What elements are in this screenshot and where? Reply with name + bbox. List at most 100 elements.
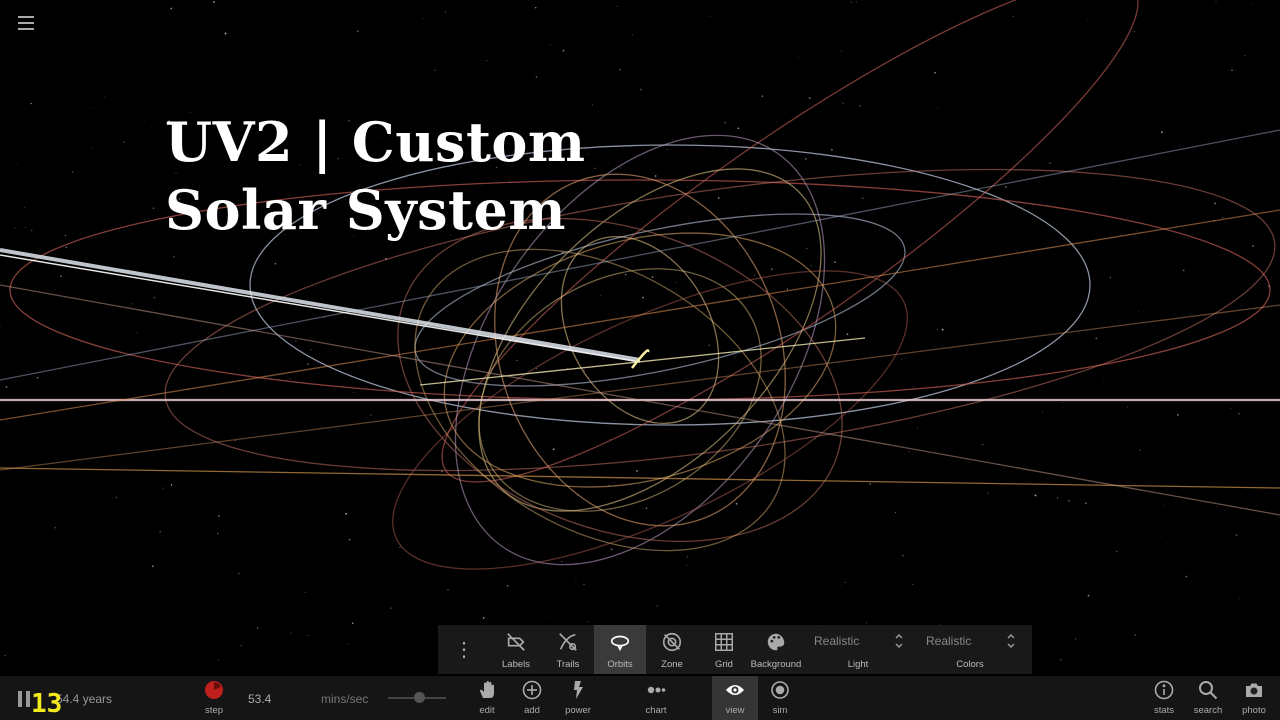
star (122, 141, 125, 144)
star (1231, 69, 1233, 71)
star (850, 1, 853, 3)
camera-icon (1246, 683, 1262, 697)
speed-slider[interactable] (388, 692, 446, 703)
star (1215, 506, 1217, 507)
star (709, 15, 711, 17)
star (1185, 575, 1188, 578)
labels-off-icon (507, 633, 525, 651)
star (619, 167, 622, 169)
star (1095, 337, 1098, 340)
star (651, 276, 654, 278)
star (844, 582, 846, 584)
star (215, 24, 217, 26)
star (289, 378, 291, 380)
star (639, 88, 642, 91)
sim-tool[interactable]: sim (757, 680, 803, 716)
colors-select-box[interactable]: Realistic (922, 629, 1018, 653)
star (173, 255, 175, 258)
add-label: add (524, 705, 540, 716)
grid-icon (715, 633, 733, 651)
pause-button[interactable] (18, 691, 32, 707)
star (482, 617, 485, 619)
star (786, 288, 789, 290)
star (982, 443, 984, 446)
star (14, 227, 16, 229)
star (238, 572, 240, 575)
search-tool[interactable]: search (1185, 680, 1231, 716)
search-label: search (1193, 705, 1223, 716)
star (30, 102, 32, 105)
star (780, 257, 782, 258)
light-select-box[interactable]: Realistic (810, 629, 906, 653)
star (213, 1, 215, 3)
trails-toggle[interactable]: Trails (542, 625, 594, 674)
chart-tool[interactable]: chart (633, 680, 679, 716)
orbits-toggle[interactable]: Orbits (594, 625, 646, 674)
star (390, 607, 392, 609)
star (516, 359, 518, 361)
star (353, 391, 355, 393)
star (587, 621, 590, 623)
stats-label: stats (1153, 705, 1175, 716)
star (1134, 634, 1136, 636)
star (830, 148, 833, 151)
star (170, 484, 173, 486)
zone-toggle[interactable]: Zone (646, 625, 698, 674)
star (1068, 499, 1070, 502)
speed-slider-knob[interactable] (414, 692, 426, 703)
star (255, 353, 257, 355)
star (737, 127, 740, 130)
star (1215, 0, 1217, 2)
star (1238, 413, 1240, 415)
star (1227, 344, 1229, 346)
star (808, 97, 811, 100)
star (641, 296, 644, 299)
star (153, 296, 156, 299)
star (566, 367, 568, 369)
hamburger-menu-icon[interactable] (14, 12, 38, 34)
star (217, 515, 220, 517)
star (54, 526, 57, 529)
star (60, 275, 62, 277)
more-options-icon[interactable]: ⋮ (438, 625, 490, 674)
star (72, 171, 74, 173)
star (345, 512, 347, 515)
star (675, 282, 677, 283)
star (534, 6, 537, 9)
star (761, 95, 764, 97)
star (65, 246, 67, 248)
star (256, 627, 259, 629)
labels-toggle[interactable]: Labels (490, 625, 542, 674)
star (1247, 118, 1248, 120)
speed-value[interactable]: 53.4 (248, 692, 271, 706)
light-select[interactable]: Realistic Light (802, 625, 914, 674)
view-tool[interactable]: view (712, 676, 758, 720)
edit-tool[interactable]: edit (464, 680, 510, 716)
stats-tool[interactable]: stats (1141, 680, 1187, 716)
background-toggle[interactable]: Background (750, 625, 802, 674)
star (441, 422, 443, 423)
star (1144, 380, 1145, 382)
star (562, 49, 565, 52)
star (1244, 190, 1245, 192)
star (846, 333, 849, 336)
star (735, 502, 738, 505)
grid-toggle[interactable]: Grid (698, 625, 750, 674)
star (1116, 551, 1118, 553)
star (370, 414, 372, 416)
photo-tool[interactable]: photo (1231, 680, 1277, 716)
star (1034, 494, 1037, 497)
star (162, 487, 164, 489)
add-tool[interactable]: add (509, 680, 555, 716)
colors-select[interactable]: Realistic Colors (914, 625, 1026, 674)
star (901, 554, 904, 557)
step-button[interactable]: step (191, 680, 237, 716)
orbit-lines (0, 0, 1280, 570)
star (856, 1, 857, 3)
zone-off-icon (662, 632, 682, 652)
star (217, 532, 219, 534)
star (399, 546, 401, 548)
star (667, 149, 668, 151)
power-bolt-icon (574, 681, 583, 699)
power-tool[interactable]: power (555, 680, 601, 716)
